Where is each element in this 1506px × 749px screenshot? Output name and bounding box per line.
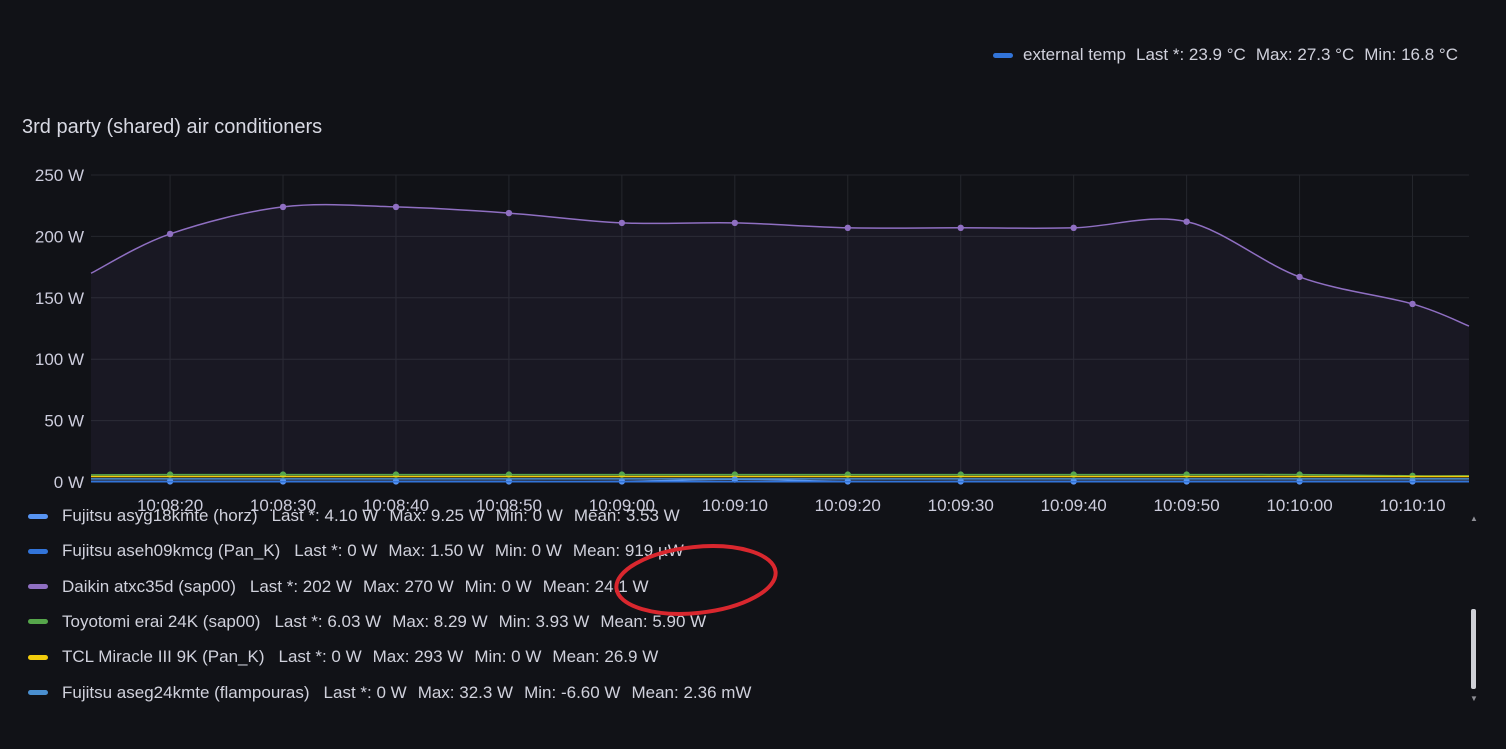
data-point xyxy=(618,219,626,227)
legend-row[interactable]: Fujitsu asyg18kmte (horz) Last *: 4.10 W M… xyxy=(28,505,691,528)
top-legend: external temp Last *: 23.9 °C Max: 27.3 … xyxy=(993,44,1458,66)
legend-stat: Last *: 4.10 W xyxy=(271,506,379,525)
data-point xyxy=(1183,218,1190,225)
data-point xyxy=(1409,300,1416,308)
top-legend-max: Max: 27.3 °C xyxy=(1255,45,1355,64)
data-point xyxy=(731,219,739,227)
data-point xyxy=(1070,224,1077,232)
y-tick-label: 50 W xyxy=(44,412,84,431)
legend-stat: Max: 270 W xyxy=(362,576,454,596)
legend-series-name[interactable]: Daikin atxc35d (sap00) xyxy=(62,577,236,597)
legend-swatch xyxy=(28,584,48,590)
y-tick-label: 150 W xyxy=(35,289,84,308)
legend-stat: Last *: 0 W xyxy=(323,682,407,702)
legend-stat: Min: 0 W xyxy=(495,506,563,525)
y-tick-label: 0 W xyxy=(54,473,84,492)
legend-scrollbar[interactable]: ▲ ▼ xyxy=(1469,514,1479,704)
legend-stat: Max: 1.50 W xyxy=(388,541,484,561)
data-point xyxy=(166,230,174,238)
data-point xyxy=(505,209,513,217)
data-point xyxy=(392,203,400,211)
legend-swatch xyxy=(28,513,48,519)
legend-stat: Mean: 26.9 W xyxy=(552,647,659,667)
legend-swatch xyxy=(28,690,48,695)
legend-row[interactable]: TCL Miracle III 9K (Pan_K) Last *: 0 W Max… xyxy=(28,645,669,669)
data-point xyxy=(1296,273,1303,281)
legend-swatch xyxy=(28,654,48,660)
y-tick-label: 200 W xyxy=(35,227,84,246)
legend-stat: Min: 0 W xyxy=(494,541,562,561)
data-point xyxy=(279,203,287,211)
y-tick-label: 100 W xyxy=(35,350,84,369)
data-point xyxy=(957,224,964,232)
legend-row[interactable]: Daikin atxc35d (sap00) Last *: 202 W Max: … xyxy=(28,575,660,599)
legend-row[interactable]: Fujitsu aseh09kmcg (Pan_K) Last *: 0 W Max… xyxy=(28,539,695,563)
legend-stat: Max: 32.3 W xyxy=(417,682,514,702)
legend-swatch xyxy=(28,548,48,554)
top-legend-last: Last *: 23.9 °C xyxy=(1136,45,1246,64)
scrollbar-thumb[interactable] xyxy=(1471,609,1476,689)
legend-stat: Max: 8.29 W xyxy=(392,611,488,631)
external-temp-swatch xyxy=(993,52,1013,58)
top-legend-series-name[interactable]: external temp xyxy=(1023,45,1126,65)
legend-stat: Max: 293 W xyxy=(372,647,464,667)
legend-series-name[interactable]: Toyotomi erai 24K (sap00) xyxy=(62,612,260,632)
top-legend-min: Min: 16.8 °C xyxy=(1364,45,1458,64)
legend-stat: Last *: 6.03 W xyxy=(274,611,382,631)
time-series-chart[interactable]: 0 W50 W100 W150 W200 W250 W10:08:20 10:08… xyxy=(0,150,1506,520)
panel-title[interactable]: 3rd party (shared) air conditioners xyxy=(22,116,322,139)
y-tick-label: 250 W xyxy=(35,166,84,185)
legend-stat: Mean: 3.53 W xyxy=(573,506,680,525)
data-point xyxy=(844,224,851,232)
legend-series-name[interactable]: TCL Miracle III 9K (Pan_K) xyxy=(62,647,265,667)
series-area-daikin xyxy=(91,204,1469,482)
legend-series-name[interactable]: Fujitsu aseg24kmte (flampouras) xyxy=(62,683,310,703)
legend-stat: Last *: 0 W xyxy=(294,541,378,561)
triangle-up-icon[interactable]: ▲ xyxy=(1469,514,1479,524)
legend-row[interactable]: Fujitsu aseg24kmte (flampouras) Last *: 0… xyxy=(28,681,762,705)
legend-stat: Max: 9.25 W xyxy=(389,506,485,525)
legend-stat: Min: -6.60 W xyxy=(524,682,621,702)
legend-stat: Min: 3.93 W xyxy=(498,611,590,631)
legend-swatch xyxy=(28,619,48,625)
triangle-down-icon[interactable]: ▼ xyxy=(1469,694,1479,704)
legend-stat: Last *: 202 W xyxy=(249,576,352,596)
legend-stat: Last *: 0 W xyxy=(278,647,362,667)
legend-series-name[interactable]: Fujitsu aseh09kmcg (Pan_K) xyxy=(62,541,280,561)
legend-stat: Min: 0 W xyxy=(464,576,532,596)
red-ellipse-annotation xyxy=(614,544,778,616)
legend-stat: Min: 0 W xyxy=(474,647,542,667)
legend-series-name[interactable]: Fujitsu asyg18kmte (horz) xyxy=(62,506,258,526)
legend-stat: Mean: 2.36 mW xyxy=(631,682,752,702)
